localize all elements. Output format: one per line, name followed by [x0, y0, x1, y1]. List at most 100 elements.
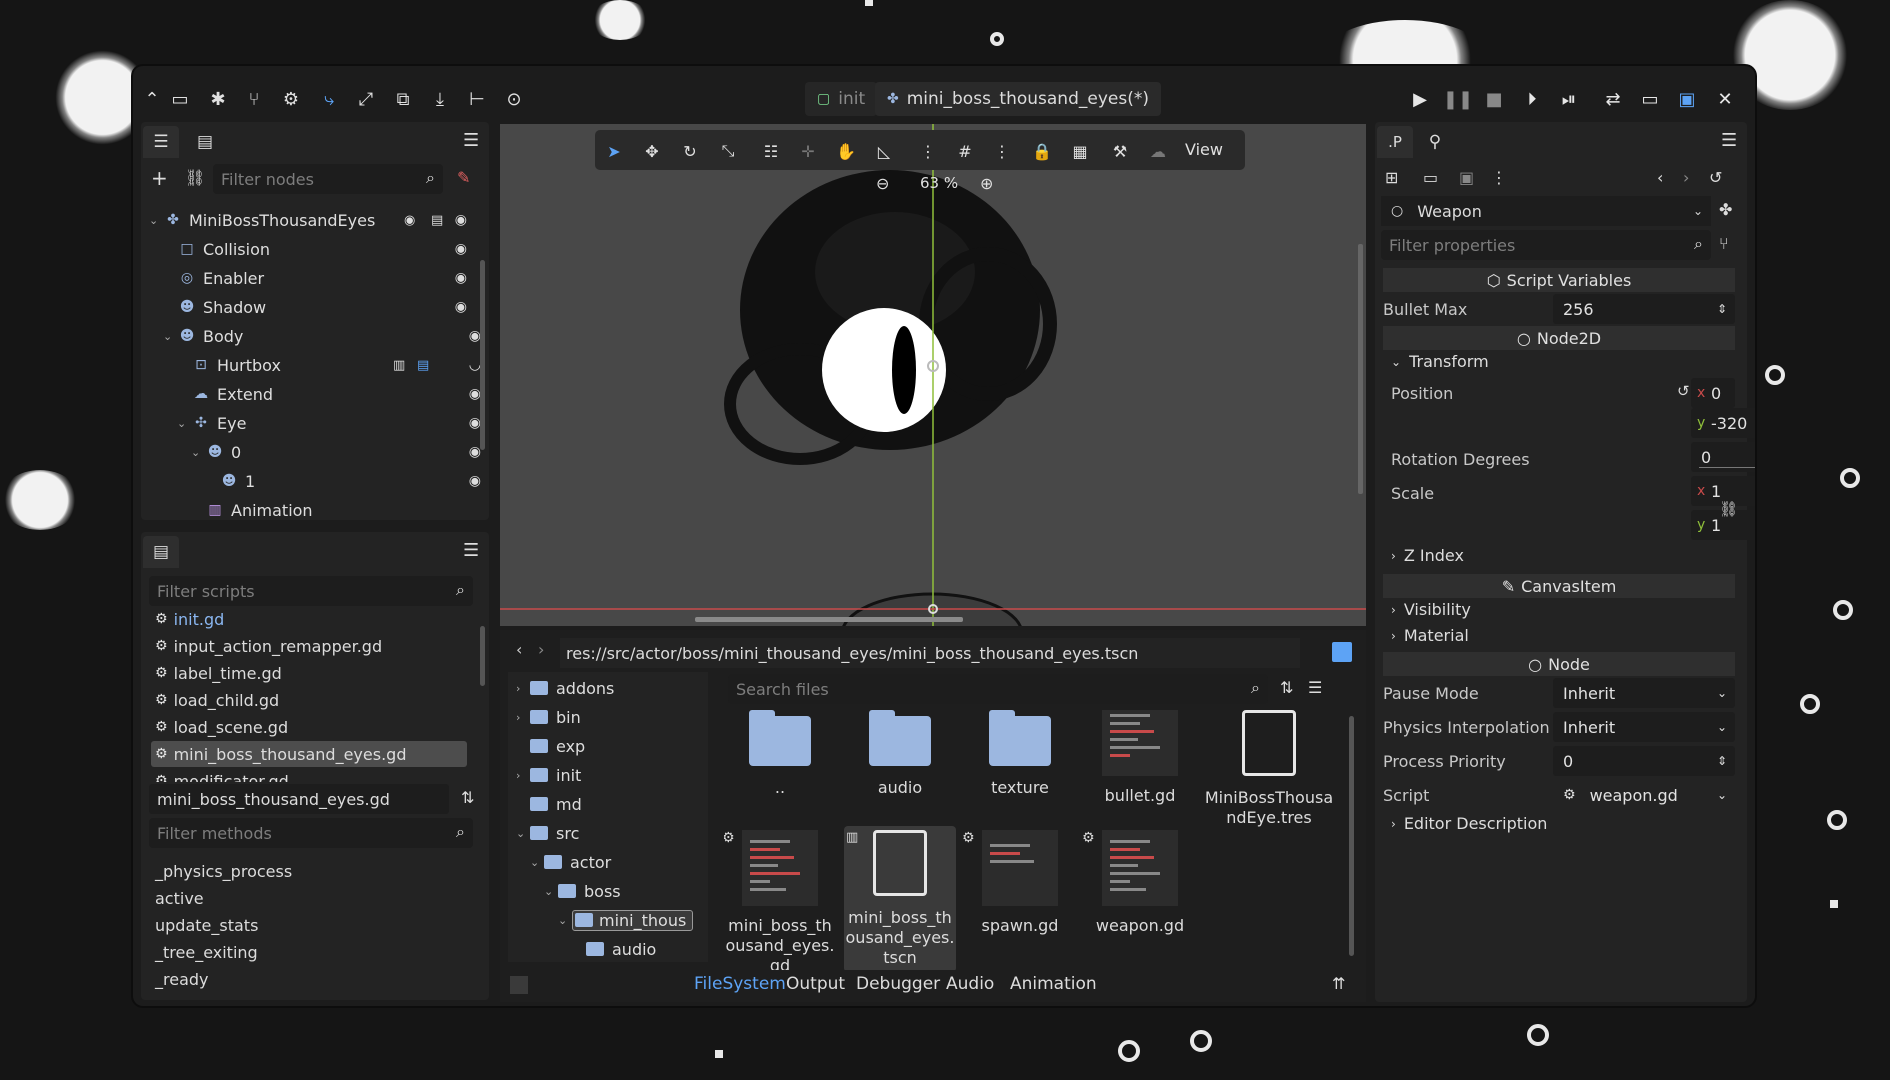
tree-node-root[interactable]: ⌄ ✤ MiniBossThousandEyes ◉ ▤ ◉: [149, 206, 489, 234]
list-view-icon[interactable]: ☰: [1308, 678, 1322, 697]
script-list-item[interactable]: ⚙ modificator.gd: [151, 768, 467, 783]
section-script-variables[interactable]: ⬡ Script Variables: [1383, 268, 1735, 292]
expand-arrow-icon[interactable]: ›: [516, 769, 530, 782]
method-list-item[interactable]: _tree_exiting: [151, 939, 467, 965]
pan-tool-icon[interactable]: ✋: [833, 138, 859, 164]
object-properties-icon[interactable]: ✤: [1719, 200, 1732, 219]
folder-tree-item[interactable]: md: [530, 790, 582, 818]
bottom-tab-debugger[interactable]: Debugger: [856, 974, 940, 994]
method-list-item[interactable]: _ready: [151, 966, 467, 992]
play-icon[interactable]: ▶: [1405, 84, 1435, 114]
tree-node[interactable]: ⌄ ✣ Eye ◉: [177, 409, 489, 437]
visibility-eye-icon[interactable]: ◉: [455, 212, 467, 228]
tree-node[interactable]: ☁ Extend ◉: [191, 380, 489, 408]
folder-tree-item-selected[interactable]: ⌄ mini_thous: [558, 906, 694, 934]
file-tile-folder[interactable]: ..: [724, 710, 836, 798]
scene-tab-init[interactable]: ▢ init: [805, 82, 878, 116]
file-tile-script[interactable]: bullet.gd: [1084, 710, 1196, 806]
clapper-icon[interactable]: ▥: [393, 358, 405, 373]
scale-tool-icon[interactable]: ⤡: [715, 138, 741, 164]
save-icon[interactable]: ▣: [1459, 168, 1474, 187]
bottom-panel-toggle[interactable]: [510, 976, 528, 994]
scene-tree-tab-icon[interactable]: ☰: [143, 126, 179, 158]
scene-tab-mini-boss[interactable]: ✤ mini_boss_thousand_eyes(*): [875, 82, 1161, 116]
file-grid-scrollbar[interactable]: [1349, 716, 1354, 956]
zoom-in-icon[interactable]: ⊕: [980, 174, 993, 193]
spin-arrows-icon[interactable]: ⇕: [1717, 302, 1727, 316]
import-tab-icon[interactable]: ▤: [187, 126, 223, 158]
z-index-group[interactable]: › Z Index: [1391, 546, 1464, 565]
list-select-icon[interactable]: ☷: [758, 138, 784, 164]
node-tool-icon[interactable]: ⤷: [314, 84, 344, 114]
script-list-item[interactable]: ⚙ label_time.gd: [151, 660, 467, 686]
position-x-field[interactable]: 0: [1691, 378, 1755, 408]
tree-scrollbar[interactable]: [480, 260, 485, 450]
script-resource-field[interactable]: ⚙ weapon.gd ⌄: [1553, 780, 1735, 810]
script-list-item[interactable]: ⚙ load_scene.gd: [151, 714, 467, 740]
revert-icon[interactable]: ↺: [1677, 382, 1690, 400]
signal-icon[interactable]: ◉: [404, 213, 415, 228]
visibility-eye-icon[interactable]: ◉: [455, 299, 467, 315]
node-signals-tab-icon[interactable]: ⚲: [1417, 126, 1453, 158]
script-list-item-selected[interactable]: ⚙ mini_boss_thousand_eyes.gd: [151, 741, 467, 767]
skeleton-icon[interactable]: ⚒: [1107, 138, 1133, 164]
expand-panel-icon[interactable]: ⇈: [1332, 974, 1345, 993]
zoom-level[interactable]: 63 %: [920, 174, 958, 192]
script-list-tab-icon[interactable]: ▤: [143, 536, 179, 568]
remote-icon[interactable]: ⇄: [1598, 84, 1628, 114]
canvas-viewport[interactable]: ➤ ✥ ↻ ⤡ ☷ ✛ ✋ ◺ ⋮ # ⋮ 🔒 ▦ ⚒ ☁ View ⊖ 63 …: [500, 124, 1366, 626]
tree-node[interactable]: □ Collision ◉: [177, 235, 489, 263]
spin-arrows-icon[interactable]: ⇕: [1717, 754, 1727, 768]
open-folder-icon[interactable]: ▭: [1423, 168, 1438, 187]
material-group[interactable]: › Material: [1391, 626, 1469, 645]
folder-tree-item[interactable]: audio: [586, 935, 656, 962]
node-selector[interactable]: ○ Weapon ⌄: [1381, 196, 1711, 226]
select-tool-icon[interactable]: ➤: [601, 138, 627, 164]
move-tool-icon[interactable]: ✥: [639, 138, 665, 164]
visibility-eye-icon[interactable]: ◉: [455, 241, 467, 257]
editor-description-group[interactable]: › Editor Description: [1391, 814, 1547, 833]
editor-settings-icon[interactable]: ⚙: [276, 84, 306, 114]
sort-icon[interactable]: ⇅: [1280, 678, 1293, 697]
tree-node[interactable]: ☻ Shadow ◉: [177, 293, 489, 321]
bullet-max-spinbox[interactable]: 256 ⇕: [1553, 294, 1735, 324]
window-icon[interactable]: ▣: [1672, 84, 1702, 114]
method-list-item[interactable]: _physics_process: [151, 858, 467, 884]
folder-tree-item[interactable]: ⌄ src: [516, 819, 579, 847]
project-menu-icon[interactable]: ⑂: [239, 84, 269, 114]
method-list-item[interactable]: active: [151, 885, 467, 911]
filter-scripts-input[interactable]: Filter scripts ⌕: [149, 576, 473, 606]
search-files-input[interactable]: Search files ⌕: [728, 674, 1268, 704]
filter-properties-input[interactable]: Filter properties ⌕: [1381, 230, 1711, 260]
move-tool-icon[interactable]: ⤢: [351, 84, 381, 114]
folder-tree-item[interactable]: › init: [516, 761, 581, 789]
visibility-eye-icon[interactable]: ◉: [469, 473, 481, 489]
new-resource-icon[interactable]: ⊞: [1385, 168, 1398, 187]
link-scale-icon[interactable]: ⛓: [1719, 500, 1738, 518]
tree-node[interactable]: ⊡ Hurtbox ▥ ▤ ◡: [191, 351, 489, 379]
tree-node[interactable]: ▥ Animation: [205, 496, 489, 524]
collapse-arrow-icon[interactable]: ⌄: [149, 214, 163, 227]
history-icon[interactable]: ↺: [1709, 168, 1722, 187]
close-window-icon[interactable]: ✕: [1710, 84, 1740, 114]
dock-menu-icon[interactable]: ☰: [463, 130, 483, 151]
play-scene-icon[interactable]: ⏵: [1517, 84, 1547, 114]
play-custom-scene-icon[interactable]: ⏯: [1554, 84, 1584, 114]
dock-menu-icon[interactable]: ☰: [463, 540, 483, 561]
vertical-scrollbar[interactable]: [1358, 244, 1363, 494]
section-node2d[interactable]: ○ Node2D: [1383, 326, 1735, 350]
bottom-tab-output[interactable]: Output: [786, 974, 845, 994]
pivot-tool-icon[interactable]: ✛: [795, 138, 821, 164]
script-icon[interactable]: ▤: [431, 213, 443, 228]
bottom-tab-animation[interactable]: Animation: [1010, 974, 1097, 994]
section-node[interactable]: ○ Node: [1383, 652, 1735, 676]
property-tools-icon[interactable]: ⑂: [1719, 234, 1729, 253]
folder-tree-item[interactable]: ⌄ actor: [530, 848, 611, 876]
filter-nodes-input[interactable]: Filter nodes ⌕: [213, 164, 443, 194]
process-priority-spinbox[interactable]: 0 ⇕: [1553, 746, 1735, 776]
ruler-tool-icon[interactable]: ◺: [871, 138, 897, 164]
history-forward-icon[interactable]: ›: [1683, 168, 1689, 187]
horizontal-scrollbar[interactable]: [695, 617, 963, 622]
collapse-arrow-icon[interactable]: ⌄: [191, 446, 205, 459]
file-tile-script[interactable]: ⚙ weapon.gd: [1082, 830, 1196, 936]
